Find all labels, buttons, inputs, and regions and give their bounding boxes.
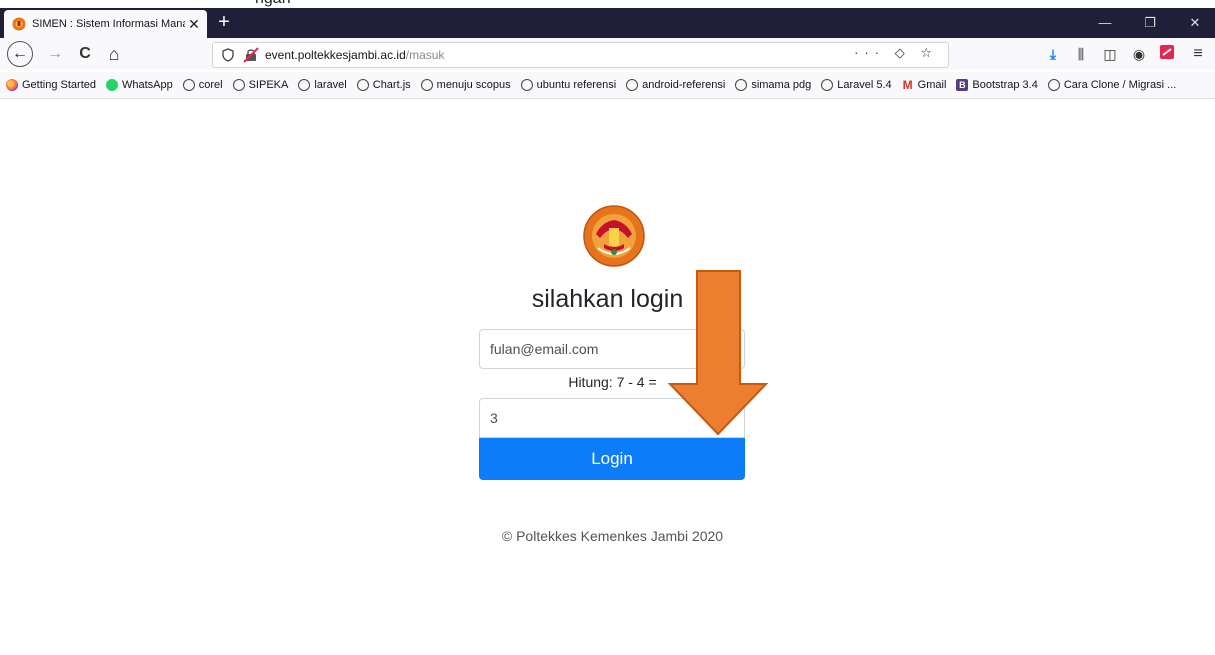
- browser-window: ngan SIMEN : Sistem Informasi Mana ✕ + —…: [0, 0, 1215, 655]
- download-icon[interactable]: ⤓: [1043, 44, 1063, 64]
- close-tab-icon[interactable]: ✕: [185, 16, 203, 33]
- top-strip: ngan: [0, 0, 1215, 8]
- captcha-label: Hitung: 7 - 4 =: [568, 374, 657, 390]
- bookmark-laravel-54[interactable]: Laravel 5.4: [821, 79, 892, 91]
- clipped-text: ngan: [255, 0, 291, 8]
- down-arrow-annotation: [667, 270, 769, 436]
- globe-icon: [735, 79, 748, 91]
- bookmark-laravel[interactable]: laravel: [298, 79, 347, 91]
- forward-button[interactable]: →: [44, 43, 66, 65]
- shield-icon: [222, 48, 234, 62]
- login-page: silahkan login Hitung: 7 - 4 = Login © P…: [0, 99, 1215, 655]
- globe-icon: [182, 79, 195, 91]
- url-bar[interactable]: event.poltekkesjambi.ac.id/masuk ··· ◇ ☆: [212, 42, 949, 68]
- home-button[interactable]: ⌂: [103, 43, 125, 65]
- login-heading: silahkan login: [531, 285, 684, 313]
- minimize-button[interactable]: —: [1085, 13, 1125, 33]
- poltekkes-logo-icon: [583, 205, 645, 267]
- gmail-icon: M: [902, 78, 913, 92]
- bookmark-cara-clone[interactable]: Cara Clone / Migrasi ...: [1047, 79, 1176, 91]
- bookmark-sipeka[interactable]: SIPEKA: [232, 79, 288, 91]
- whatsapp-icon: [106, 79, 118, 91]
- tab-title: SIMEN : Sistem Informasi Mana: [32, 18, 185, 30]
- globe-icon: [232, 79, 245, 91]
- globe-icon: [356, 79, 369, 91]
- library-icon[interactable]: ⫼: [1071, 44, 1091, 64]
- globe-icon: [520, 79, 533, 91]
- bookmark-ubuntu-referensi[interactable]: ubuntu referensi: [520, 79, 616, 91]
- restore-button[interactable]: ❐: [1130, 13, 1170, 33]
- new-tab-button[interactable]: +: [212, 11, 236, 35]
- globe-icon: [626, 79, 639, 91]
- nav-toolbar: ← → C ⌂ event.poltekkesjambi.ac.id/masuk…: [0, 38, 1215, 70]
- menu-icon[interactable]: ≡: [1188, 44, 1208, 64]
- sidebar-icon[interactable]: ◫: [1100, 44, 1120, 64]
- url-path: /masuk: [405, 48, 445, 62]
- back-button[interactable]: ←: [7, 41, 33, 67]
- login-button[interactable]: Login: [479, 438, 745, 480]
- globe-icon: [298, 79, 311, 91]
- bookmark-getting-started[interactable]: Getting Started: [6, 79, 96, 91]
- globe-icon: [1047, 79, 1060, 91]
- bookmarks-bar: Getting Started WhatsApp corel SIPEKA la…: [0, 72, 1215, 99]
- tab-bar: SIMEN : Sistem Informasi Mana ✕ + — ❐ ✕: [0, 8, 1215, 38]
- bootstrap-icon: B: [956, 79, 969, 91]
- insecure-lock-icon: [243, 47, 259, 63]
- bookmark-whatsapp[interactable]: WhatsApp: [106, 79, 173, 91]
- bookmark-menuju-scopus[interactable]: menuju scopus: [420, 79, 511, 91]
- globe-icon: [420, 79, 433, 91]
- pdf-extension-icon: [1160, 45, 1174, 59]
- bookmark-android-referensi[interactable]: android-referensi: [626, 79, 725, 91]
- site-logo-icon: [12, 17, 26, 31]
- bookmark-simama-pdg[interactable]: simama pdg: [735, 79, 811, 91]
- bookmark-chartjs[interactable]: Chart.js: [356, 79, 411, 91]
- firefox-icon: [6, 79, 18, 91]
- bookmark-bootstrap[interactable]: B Bootstrap 3.4: [956, 79, 1038, 91]
- bookmark-corel[interactable]: corel: [182, 79, 223, 91]
- bookmark-gmail[interactable]: M Gmail: [902, 79, 947, 91]
- page-actions[interactable]: ··· ◇ ☆: [854, 45, 938, 61]
- globe-icon: [821, 79, 834, 91]
- account-icon[interactable]: ◉: [1129, 44, 1149, 64]
- close-window-button[interactable]: ✕: [1175, 13, 1215, 33]
- url-host: event.poltekkesjambi.ac.id: [265, 48, 406, 62]
- extension-icon[interactable]: [1157, 44, 1177, 64]
- tab-simen[interactable]: SIMEN : Sistem Informasi Mana ✕: [4, 10, 207, 38]
- reload-button[interactable]: C: [74, 43, 96, 65]
- footer-copyright: © Poltekkes Kemenkes Jambi 2020: [501, 528, 724, 544]
